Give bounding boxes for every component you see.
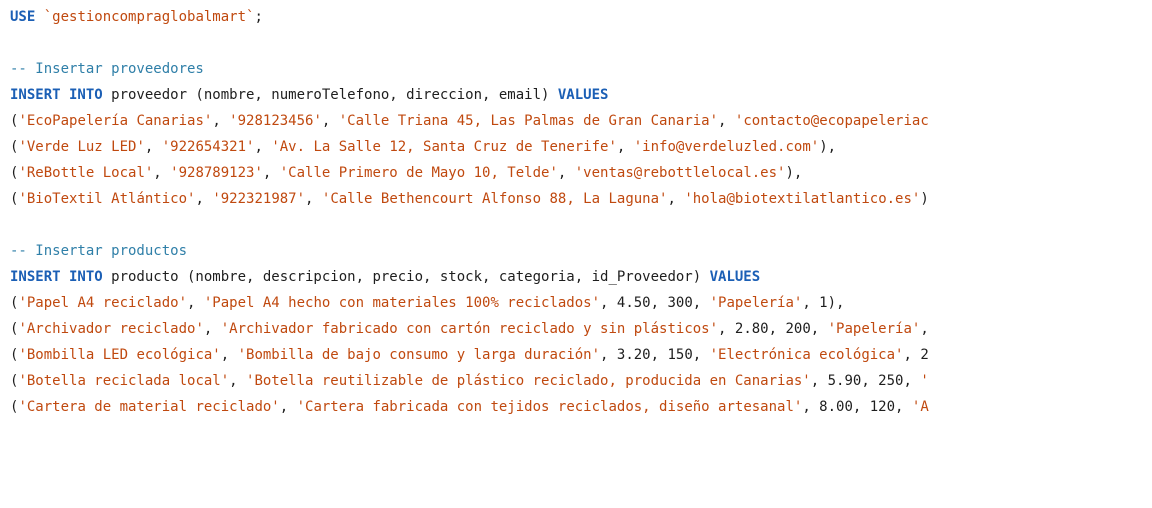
string-literal: 'Calle Triana 45, Las Palmas de Gran Can… bbox=[338, 113, 719, 129]
code-text: , bbox=[220, 347, 238, 363]
string-literal: 'Calle Primero de Mayo 10, Telde' bbox=[279, 165, 558, 181]
string-literal: '922654321' bbox=[161, 139, 255, 155]
string-literal: 'Av. La Salle 12, Santa Cruz de Tenerife… bbox=[271, 139, 617, 155]
code-line: -- Insertar proveedores bbox=[10, 56, 1152, 82]
code-text: , bbox=[667, 191, 685, 207]
string-literal: 'Bombilla LED ecológica' bbox=[18, 347, 221, 363]
code-text: , 3.20, 150, bbox=[600, 347, 710, 363]
code-line: ('Verde Luz LED', '922654321', 'Av. La S… bbox=[10, 134, 1152, 160]
string-literal: 'contacto@ecopapeleriac bbox=[734, 113, 929, 129]
string-literal: 'Verde Luz LED' bbox=[18, 139, 145, 155]
code-text: , bbox=[321, 113, 339, 129]
string-literal: 'info@verdeluzled.com' bbox=[633, 139, 820, 155]
string-literal: 'hola@biotextilatlantico.es' bbox=[684, 191, 921, 207]
code-text: ), bbox=[785, 165, 803, 181]
string-literal: 'Archivador reciclado' bbox=[18, 321, 204, 337]
code-text: , bbox=[254, 139, 272, 155]
code-text: proveedor (nombre, numeroTelefono, direc… bbox=[102, 87, 558, 103]
code-line: INSERT INTO proveedor (nombre, numeroTel… bbox=[10, 82, 1152, 108]
code-text: , bbox=[229, 373, 247, 389]
string-literal: 'Papel A4 hecho con materiales 100% reci… bbox=[203, 295, 601, 311]
code-text: , bbox=[718, 113, 735, 129]
sql-code-editor[interactable]: USE `gestioncompraglobalmart`; -- Inserta… bbox=[10, 4, 1152, 508]
string-literal: 'Papelería' bbox=[709, 295, 803, 311]
code-text: , bbox=[144, 139, 162, 155]
code-text: ; bbox=[254, 9, 263, 25]
code-text: , bbox=[262, 165, 280, 181]
sql-keyword: VALUES bbox=[709, 269, 761, 285]
code-text: , bbox=[920, 321, 929, 337]
string-literal: 'Botella reciclada local' bbox=[18, 373, 230, 389]
code-text: , bbox=[212, 113, 230, 129]
string-literal: 'EcoPapelería Canarias' bbox=[18, 113, 213, 129]
string-literal: ' bbox=[920, 373, 929, 389]
string-literal: 'ReBottle Local' bbox=[18, 165, 154, 181]
code-line: ('Cartera de material reciclado', 'Carte… bbox=[10, 394, 1152, 420]
code-line: INSERT INTO producto (nombre, descripcio… bbox=[10, 264, 1152, 290]
code-text: , 8.00, 120, bbox=[802, 399, 912, 415]
sql-keyword: VALUES bbox=[557, 87, 609, 103]
code-text: , bbox=[195, 191, 213, 207]
code-text: , bbox=[203, 321, 221, 337]
string-literal: 'Papelería' bbox=[827, 321, 921, 337]
sql-comment: -- Insertar productos bbox=[10, 243, 188, 259]
string-literal: 'Calle Bethencourt Alfonso 88, La Laguna… bbox=[321, 191, 668, 207]
code-text: producto (nombre, descripcion, precio, s… bbox=[102, 269, 710, 285]
string-literal: 'A bbox=[911, 399, 929, 415]
string-literal: `gestioncompraglobalmart` bbox=[43, 9, 255, 25]
string-literal: 'ventas@rebottlelocal.es' bbox=[574, 165, 786, 181]
code-line: ('Archivador reciclado', 'Archivador fab… bbox=[10, 316, 1152, 342]
sql-keyword: INSERT INTO bbox=[10, 269, 103, 285]
code-line: ('BioTextil Atlántico', '922321987', 'Ca… bbox=[10, 186, 1152, 212]
sql-comment: -- Insertar proveedores bbox=[10, 61, 204, 77]
string-literal: '922321987' bbox=[212, 191, 306, 207]
code-text: , 2 bbox=[903, 347, 929, 363]
code-text: , 1), bbox=[802, 295, 845, 311]
string-literal: 'Cartera de material reciclado' bbox=[18, 399, 280, 415]
code-text: , 4.50, 300, bbox=[600, 295, 710, 311]
code-text: ) bbox=[920, 191, 929, 207]
code-text: , 2.80, 200, bbox=[718, 321, 828, 337]
string-literal: 'Papel A4 reciclado' bbox=[18, 295, 188, 311]
string-literal: 'Botella reutilizable de plástico recicl… bbox=[246, 373, 811, 389]
code-text: , 5.90, 250, bbox=[810, 373, 921, 389]
string-literal: 'BioTextil Atlántico' bbox=[18, 191, 196, 207]
string-literal: '928789123' bbox=[170, 165, 263, 181]
code-text: , bbox=[153, 165, 171, 181]
code-line: -- Insertar productos bbox=[10, 238, 1152, 264]
string-literal: 'Electrónica ecológica' bbox=[709, 347, 904, 363]
sql-keyword: USE bbox=[10, 9, 36, 25]
code-text: , bbox=[557, 165, 575, 181]
code-line: ('Papel A4 reciclado', 'Papel A4 hecho c… bbox=[10, 290, 1152, 316]
string-literal: 'Bombilla de bajo consumo y larga duraci… bbox=[237, 347, 601, 363]
code-text: ), bbox=[819, 139, 837, 155]
code-line: USE `gestioncompraglobalmart`; bbox=[10, 4, 1152, 30]
sql-keyword: INSERT INTO bbox=[10, 87, 103, 103]
string-literal: 'Cartera fabricada con tejidos reciclado… bbox=[296, 399, 803, 415]
code-text: , bbox=[279, 399, 297, 415]
code-line: ('ReBottle Local', '928789123', 'Calle P… bbox=[10, 160, 1152, 186]
code-text: , bbox=[187, 295, 204, 311]
string-literal: 'Archivador fabricado con cartón recicla… bbox=[220, 321, 719, 337]
string-literal: '928123456' bbox=[229, 113, 322, 129]
code-line: ('Botella reciclada local', 'Botella reu… bbox=[10, 368, 1152, 394]
code-line: ('Bombilla LED ecológica', 'Bombilla de … bbox=[10, 342, 1152, 368]
code-text: , bbox=[616, 139, 634, 155]
code-text: , bbox=[305, 191, 322, 207]
code-line: ('EcoPapelería Canarias', '928123456', '… bbox=[10, 108, 1152, 134]
